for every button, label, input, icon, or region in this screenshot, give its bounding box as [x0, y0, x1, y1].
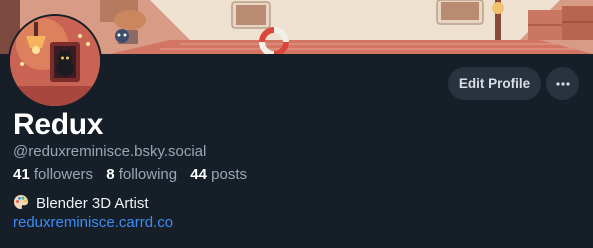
followers-count: 41 — [13, 166, 30, 183]
followers-label: followers — [33, 166, 94, 183]
bio-text: Blender 3D Artist — [36, 195, 149, 212]
profile-stats: 41 followers 8 following 44 posts — [13, 166, 256, 183]
profile-website-link[interactable]: reduxreminisce.carrd.co — [13, 214, 173, 231]
followers-stat[interactable]: 41 followers — [13, 166, 93, 183]
posts-stat: 44 posts — [190, 166, 247, 183]
display-name: Redux — [13, 108, 104, 141]
more-options-button[interactable] — [546, 67, 579, 100]
profile-handle[interactable]: @reduxreminisce.bsky.social — [13, 143, 206, 160]
posts-label: posts — [211, 166, 247, 183]
edit-profile-button[interactable]: Edit Profile — [448, 67, 541, 100]
palette-icon — [13, 194, 29, 214]
following-count: 8 — [106, 166, 115, 183]
avatar[interactable] — [8, 14, 102, 108]
profile-page: Edit Profile Redux @reduxreminisce.bsky.… — [0, 0, 593, 248]
more-horizontal-icon — [555, 81, 570, 86]
following-label: following — [118, 166, 178, 183]
posts-count: 44 — [190, 166, 207, 183]
following-stat[interactable]: 8 following — [106, 166, 177, 183]
profile-bio: Blender 3D Artist — [13, 194, 149, 214]
